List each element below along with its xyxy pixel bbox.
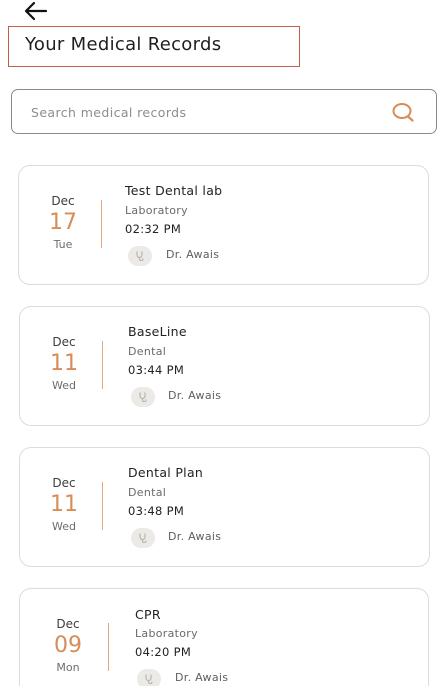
doctor-name: Dr. Awais bbox=[168, 389, 222, 402]
doctor-name: Dr. Awais bbox=[166, 248, 220, 261]
record-date: Dec 11 Wed bbox=[46, 476, 82, 533]
arrow-left-icon bbox=[24, 1, 48, 21]
record-category: Laboratory bbox=[135, 627, 198, 640]
page-title: Your Medical Records bbox=[25, 34, 222, 55]
record-category: Dental bbox=[128, 486, 167, 499]
record-title: Test Dental lab bbox=[125, 183, 223, 198]
record-weekday: Wed bbox=[52, 520, 76, 533]
record-day: 17 bbox=[49, 210, 77, 235]
record-date: Dec 17 Tue bbox=[45, 194, 81, 251]
doctor-avatar bbox=[131, 387, 155, 407]
medical-records-screen: Your Medical Records Dec 17 Tue Test Den… bbox=[0, 0, 442, 686]
record-time: 03:48 PM bbox=[128, 504, 185, 518]
stethoscope-icon bbox=[145, 674, 153, 684]
stethoscope-icon bbox=[139, 533, 147, 543]
doctor-avatar bbox=[137, 669, 161, 686]
doctor-avatar bbox=[131, 528, 155, 548]
record-time: 02:32 PM bbox=[125, 222, 182, 236]
stethoscope-icon bbox=[136, 251, 144, 261]
record-day: 11 bbox=[50, 492, 78, 517]
record-date: Dec 09 Mon bbox=[50, 617, 86, 674]
record-day: 09 bbox=[54, 633, 82, 658]
search-icon[interactable] bbox=[391, 101, 415, 123]
record-title: BaseLine bbox=[128, 324, 187, 339]
stethoscope-icon bbox=[139, 392, 147, 402]
record-title: Dental Plan bbox=[128, 465, 204, 480]
record-category: Laboratory bbox=[125, 204, 188, 217]
record-category: Dental bbox=[128, 345, 167, 358]
date-divider bbox=[101, 200, 102, 248]
doctor-name: Dr. Awais bbox=[168, 530, 222, 543]
page-title-box: Your Medical Records bbox=[8, 26, 300, 67]
record-month: Dec bbox=[51, 194, 75, 208]
record-weekday: Tue bbox=[53, 238, 73, 251]
search-input[interactable] bbox=[31, 102, 371, 122]
record-time: 03:44 PM bbox=[128, 363, 185, 377]
record-card[interactable]: Dec 11 Wed Dental Plan Dental 03:48 PM D… bbox=[19, 447, 430, 567]
record-month: Dec bbox=[52, 476, 76, 490]
record-month: Dec bbox=[52, 335, 76, 349]
search-bar[interactable] bbox=[11, 89, 437, 134]
date-divider bbox=[108, 623, 109, 671]
record-day: 11 bbox=[50, 351, 78, 376]
date-divider bbox=[102, 341, 103, 389]
date-divider bbox=[102, 482, 103, 530]
record-month: Dec bbox=[56, 617, 80, 631]
record-card[interactable]: Dec 11 Wed BaseLine Dental 03:44 PM Dr. … bbox=[19, 306, 430, 426]
record-weekday: Wed bbox=[52, 379, 76, 392]
record-time: 04:20 PM bbox=[135, 645, 192, 659]
record-card[interactable]: Dec 09 Mon CPR Laboratory 04:20 PM Dr. A… bbox=[19, 588, 429, 686]
record-date: Dec 11 Wed bbox=[46, 335, 82, 392]
doctor-name: Dr. Awais bbox=[175, 671, 229, 684]
doctor-avatar bbox=[128, 246, 152, 266]
record-title: CPR bbox=[135, 607, 161, 622]
back-button[interactable] bbox=[22, 0, 50, 22]
record-weekday: Mon bbox=[56, 661, 80, 674]
record-card[interactable]: Dec 17 Tue Test Dental lab Laboratory 02… bbox=[18, 165, 429, 285]
